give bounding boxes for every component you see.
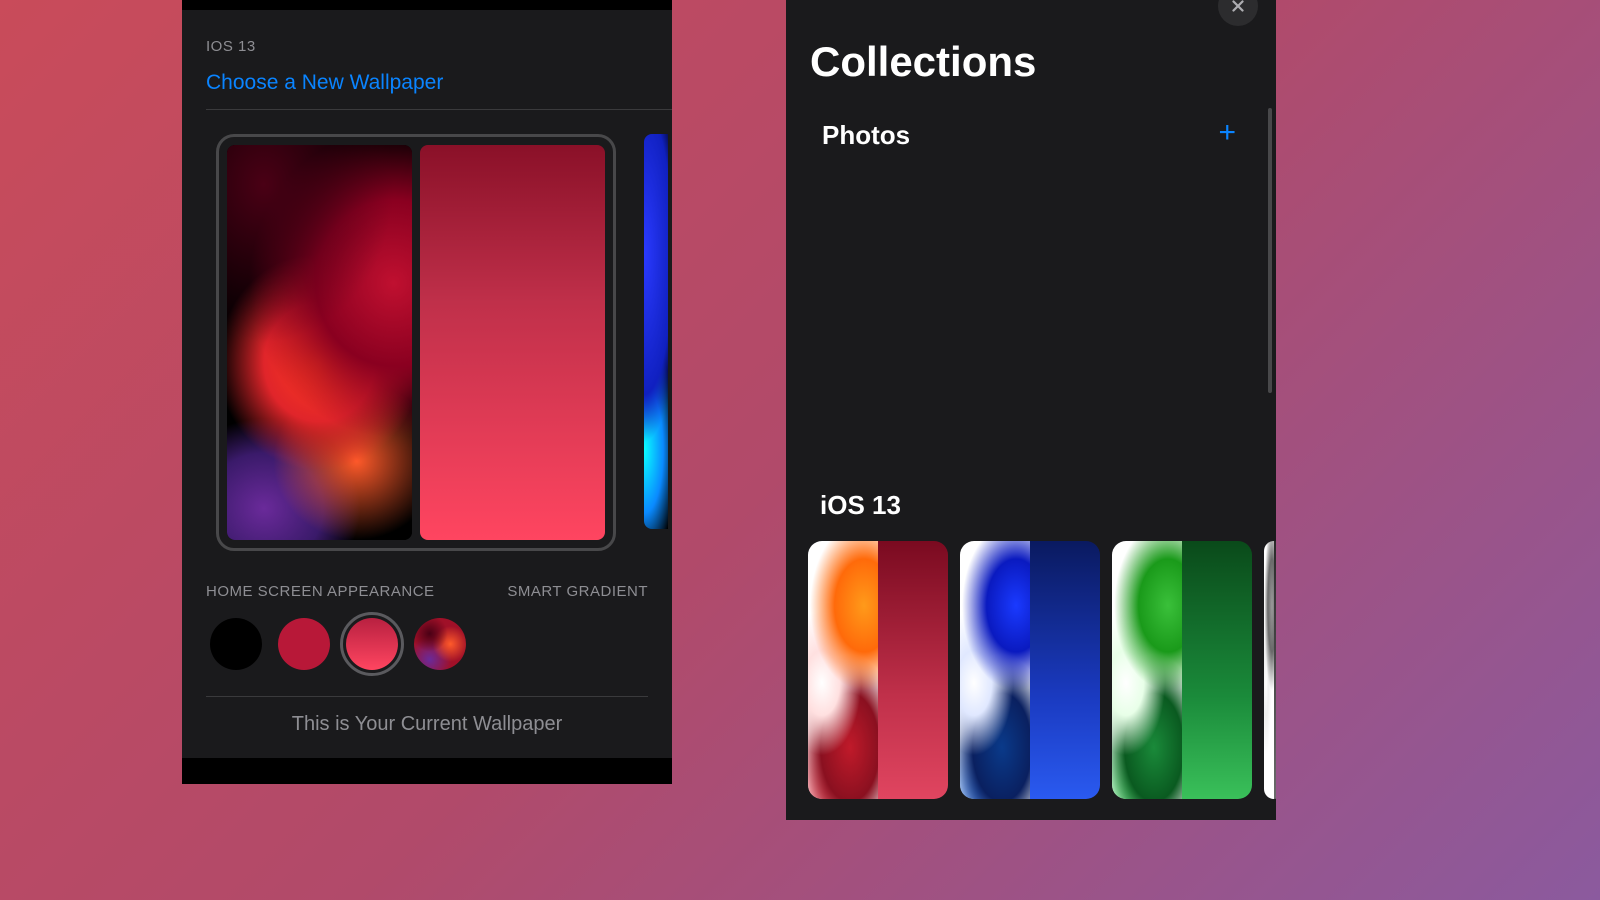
collection-blue[interactable]	[960, 541, 1100, 799]
ios13-section-label: IOS 13	[182, 10, 672, 65]
photos-label: Photos	[822, 120, 910, 151]
collection-red[interactable]	[808, 541, 948, 799]
swatch-dark[interactable]	[210, 618, 262, 670]
current-wallpaper-pair[interactable]	[216, 134, 616, 551]
lockscreen-preview[interactable]	[227, 145, 412, 540]
next-preview-peek	[644, 134, 668, 529]
current-wallpaper-label: This is Your Current Wallpaper	[206, 696, 648, 758]
photos-row: Photos +	[786, 98, 1276, 160]
bottom-black-strip	[182, 758, 672, 784]
swatch-gradient[interactable]	[346, 618, 398, 670]
add-photos-button[interactable]: +	[1218, 118, 1236, 152]
collection-green[interactable]	[1112, 541, 1252, 799]
collections-title: Collections	[786, 0, 1276, 98]
close-icon	[1229, 0, 1247, 15]
choose-new-wallpaper-link[interactable]: Choose a New Wallpaper	[182, 65, 672, 109]
wallpaper-preview-row[interactable]	[182, 110, 672, 575]
wallpaper-settings-panel: IOS 13 Choose a New Wallpaper HOME SCREE…	[182, 0, 672, 784]
top-black-strip	[182, 0, 672, 10]
next-wallpaper-peek[interactable]	[644, 134, 668, 551]
swatch-wallpaper[interactable]	[414, 618, 466, 670]
home-screen-appearance-label: HOME SCREEN APPEARANCE	[206, 583, 435, 600]
smart-gradient-label: SMART GRADIENT	[507, 583, 648, 600]
swatch-crimson[interactable]	[278, 618, 330, 670]
ios13-collection-label: iOS 13	[786, 160, 1276, 533]
appearance-swatches	[182, 600, 672, 696]
ios13-collection-row[interactable]	[786, 533, 1276, 799]
scrollbar[interactable]	[1268, 108, 1272, 393]
homescreen-preview[interactable]	[420, 145, 605, 540]
appearance-header-row: HOME SCREEN APPEARANCE SMART GRADIENT	[182, 575, 672, 600]
collections-panel: Collections Photos + iOS 13	[786, 0, 1276, 820]
collection-gray-peek[interactable]	[1264, 541, 1276, 799]
